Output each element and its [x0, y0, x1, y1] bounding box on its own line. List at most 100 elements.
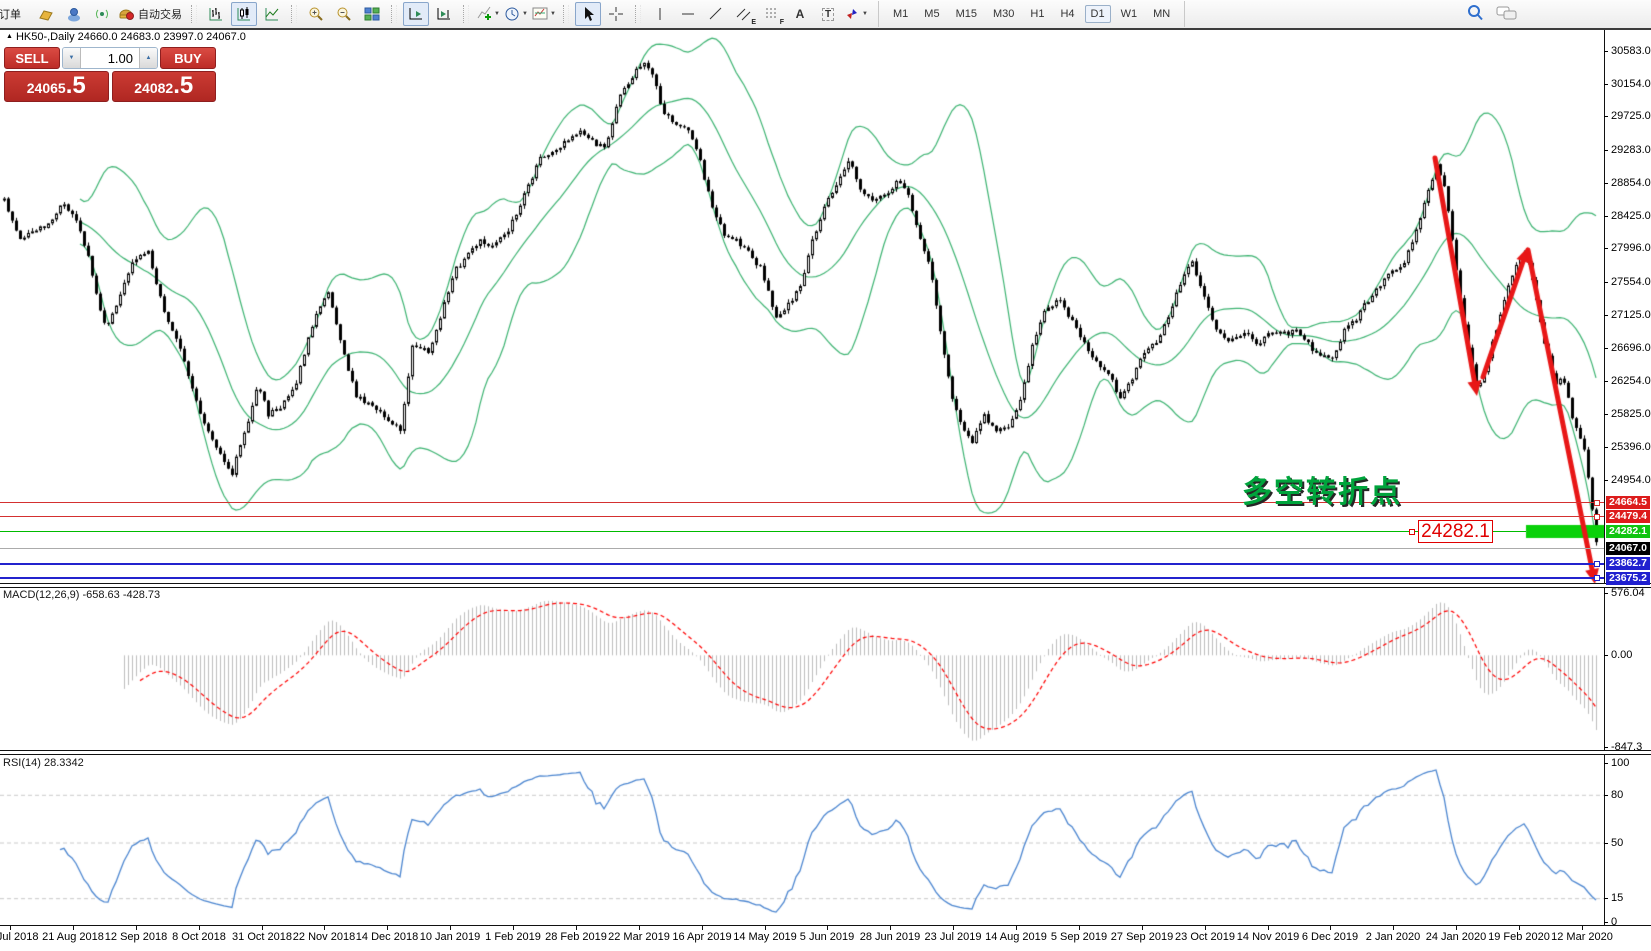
crosshair-tool-button[interactable]	[603, 2, 629, 26]
price-tick	[1604, 381, 1608, 382]
charts-gold-icon[interactable]	[33, 2, 59, 26]
timeframe-m1[interactable]: M1	[887, 5, 914, 23]
timeframe-h4[interactable]: H4	[1054, 5, 1080, 23]
fibonacci-tool[interactable]: F	[759, 2, 785, 26]
auto-trading-button[interactable]: 自动交易	[117, 2, 185, 26]
vertical-line-tool[interactable]	[647, 2, 673, 26]
macd-panel-canvas[interactable]	[0, 588, 1604, 751]
line-handle-marker[interactable]	[1409, 529, 1415, 535]
indicators-icon	[476, 6, 492, 22]
arrows-tool[interactable]: ▼	[843, 2, 869, 26]
turning-point-annotation[interactable]: 多空转折点	[1242, 467, 1402, 511]
collapse-arrow-icon[interactable]: ▲	[6, 33, 13, 40]
zoom-in-icon	[308, 6, 324, 22]
toolbar-grip	[463, 5, 469, 23]
time-axis-label: 14 May 2019	[733, 931, 797, 943]
indicators-button[interactable]: ▼	[475, 2, 501, 26]
timeframe-m5[interactable]: M5	[918, 5, 945, 23]
price-level-line[interactable]	[0, 516, 1604, 517]
sell-price-display[interactable]: 24065.5	[4, 71, 109, 102]
one-click-trading-panel: SELL ▼ ▲ BUY 24065.5 24082.5	[4, 47, 216, 102]
text-label-tool[interactable]: T	[815, 2, 841, 26]
time-axis-label: 16 Apr 2019	[672, 931, 731, 943]
equidistant-channel-tool[interactable]: E	[731, 2, 757, 26]
price-level-line[interactable]	[0, 531, 1526, 532]
timeframe-m15[interactable]: M15	[950, 5, 983, 23]
time-axis-label: 6 Dec 2019	[1302, 931, 1358, 943]
volume-decrease-button[interactable]: ▼	[63, 48, 81, 68]
timeframe-mn[interactable]: MN	[1147, 5, 1176, 23]
time-axis-label: 31 Oct 2018	[232, 931, 292, 943]
buy-price-display[interactable]: 24082.5	[112, 71, 217, 102]
price-level-line[interactable]	[0, 577, 1604, 579]
chevron-down-icon: ▼	[522, 11, 528, 17]
price-tick	[1604, 414, 1608, 415]
line-chart-button[interactable]	[259, 2, 285, 26]
chevron-down-icon: ▼	[494, 11, 500, 17]
price-tag-24282[interactable]: 24282.1	[1418, 520, 1493, 543]
timeframe-m30[interactable]: M30	[987, 5, 1020, 23]
trendline-tool[interactable]	[703, 2, 729, 26]
price-tick	[1604, 348, 1608, 349]
price-tick	[1604, 150, 1608, 151]
time-axis-label: 24 Jan 2020	[1426, 931, 1487, 943]
price-tick	[1604, 282, 1608, 283]
horizontal-line-tool[interactable]	[675, 2, 701, 26]
time-axis-label: 21 Aug 2018	[42, 931, 104, 943]
tile-windows-button[interactable]	[359, 2, 385, 26]
timeframe-d1[interactable]: D1	[1085, 5, 1111, 23]
clock-icon	[504, 6, 520, 22]
buy-button-label: BUY	[174, 51, 201, 66]
time-axis-label: 14 Nov 2019	[1237, 931, 1299, 943]
timeframe-h1[interactable]: H1	[1024, 5, 1050, 23]
line-handle-marker[interactable]	[1594, 575, 1600, 581]
buy-button[interactable]: BUY	[160, 47, 216, 69]
timeframe-w1[interactable]: W1	[1115, 5, 1144, 23]
line-handle-marker[interactable]	[1594, 500, 1600, 506]
time-axis-label: 14 Aug 2019	[985, 931, 1047, 943]
macd-tick	[1604, 593, 1608, 594]
zoom-out-button[interactable]	[331, 2, 357, 26]
line-handle-marker[interactable]	[1594, 561, 1600, 567]
time-tick	[702, 926, 703, 930]
panel-splitter[interactable]	[0, 750, 1651, 755]
time-tick	[262, 926, 263, 930]
auto-scroll-icon	[408, 6, 424, 22]
candlestick-chart-button[interactable]	[231, 2, 257, 26]
search-button[interactable]	[1466, 4, 1484, 25]
signals-button[interactable]	[89, 2, 115, 26]
price-level-line[interactable]	[0, 563, 1604, 565]
time-tick	[1330, 926, 1331, 930]
time-axis[interactable]: 30 Jul 201821 Aug 201812 Sep 20188 Oct 2…	[0, 926, 1651, 951]
price-level-line[interactable]	[0, 548, 1604, 549]
price-tick-label: 28425.0	[1611, 210, 1651, 222]
sell-price-fraction: .5	[66, 72, 86, 100]
timeframe-group: M1M5 M15M30H1H4 D1W1MN	[878, 1, 1185, 27]
chart-shift-button[interactable]	[431, 2, 457, 26]
new-order-button[interactable]: 新订单	[0, 6, 32, 22]
bar-chart-button[interactable]	[203, 2, 229, 26]
time-tick	[1205, 926, 1206, 930]
auto-trading-label: 自动交易	[138, 6, 182, 22]
time-axis-label: 1 Feb 2019	[485, 931, 541, 943]
sell-button[interactable]: SELL	[4, 47, 60, 69]
chevron-down-icon: ▼	[862, 11, 868, 17]
templates-button[interactable]: ▼	[531, 2, 557, 26]
line-handle-marker[interactable]	[1594, 514, 1600, 520]
auto-scroll-button[interactable]	[403, 2, 429, 26]
chat-button[interactable]	[1496, 6, 1518, 25]
periods-button[interactable]: ▼	[503, 2, 529, 26]
auto-trading-icon	[118, 6, 136, 22]
volume-input[interactable]	[81, 48, 139, 68]
price-tick	[1604, 84, 1608, 85]
cursor-tool-button[interactable]	[575, 2, 601, 26]
volume-increase-button[interactable]: ▲	[139, 48, 157, 68]
panel-splitter[interactable]	[0, 583, 1651, 588]
rsi-panel-canvas[interactable]	[0, 756, 1604, 925]
time-tick	[199, 926, 200, 930]
price-tick	[1604, 315, 1608, 316]
text-tool[interactable]: A	[787, 2, 813, 26]
rsi-tick	[1604, 795, 1608, 796]
community-button[interactable]	[61, 2, 87, 26]
zoom-in-button[interactable]	[303, 2, 329, 26]
